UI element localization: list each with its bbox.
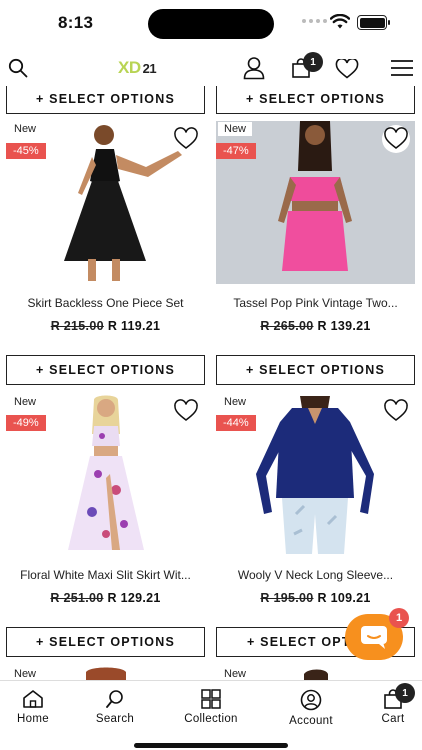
wishlist-heart-icon[interactable] [172,397,200,425]
tab-label: Collection [184,713,238,725]
select-options-button[interactable]: + SELECT OPTIONS [216,355,415,385]
old-price: R 195.00 [260,591,314,605]
status-time: 8:13 [58,13,94,32]
product-title[interactable]: Floral White Maxi Slit Skirt Wit... [6,568,205,582]
dynamic-island [148,9,274,39]
new-badge: New [218,667,253,680]
wishlist-heart-icon[interactable] [335,59,359,79]
user-icon[interactable] [243,56,265,80]
select-options-button[interactable]: + SELECT OPTIONS [6,627,205,657]
search-icon[interactable] [8,58,28,78]
tab-label: Cart [381,713,405,725]
wishlist-heart-icon[interactable] [382,125,410,153]
discount-badge: -49% [6,415,46,431]
select-options-button[interactable]: + SELECT OPTIONS [216,86,415,114]
product-title[interactable]: Tassel Pop Pink Vintage Two... [216,296,415,310]
wishlist-heart-icon[interactable] [382,397,410,425]
sale-price: R 119.21 [107,319,161,333]
product-price: R 251.00 R 129.21 [6,591,205,605]
battery-icon [357,15,390,30]
status-bar: 8:13 [0,0,422,46]
tab-home[interactable]: Home [0,689,75,725]
tab-cart-badge: 1 [395,683,415,703]
product-price: R 195.00 R 109.21 [216,591,415,605]
product-grid: + SELECT OPTIONS + SELECT OPTIONS New -4… [0,86,422,680]
old-price: R 265.00 [260,319,314,333]
discount-badge: -44% [216,415,256,431]
signal-icon [302,19,327,23]
sale-price: R 109.21 [317,591,371,605]
product-title[interactable]: Wooly V Neck Long Sleeve... [216,568,415,582]
new-badge: New [218,122,253,136]
tab-label: Home [17,713,49,725]
product-title[interactable]: Skirt Backless One Piece Set [6,296,205,310]
new-badge: New [218,395,253,409]
new-badge: New [8,667,43,680]
tab-label: Search [95,713,135,725]
discount-badge: -45% [6,143,46,159]
search-icon [106,690,123,708]
old-price: R 251.00 [50,591,104,605]
home-icon [23,690,43,708]
grid-icon [201,689,221,709]
wishlist-heart-icon[interactable] [172,125,200,153]
account-icon [300,689,322,711]
old-price: R 215.00 [50,319,104,333]
new-badge: New [8,122,43,136]
product-price: R 265.00 R 139.21 [216,319,415,333]
menu-icon[interactable] [390,59,414,77]
new-badge: New [8,395,43,409]
sale-price: R 139.21 [317,319,371,333]
sale-price: R 129.21 [107,591,161,605]
wifi-icon [330,14,350,29]
brand-logo[interactable]: XD 21 [118,58,157,78]
app-header: XD 21 1 [0,48,422,88]
select-options-button[interactable]: + SELECT OPTIONS [6,86,205,114]
tab-search[interactable]: Search [73,689,157,725]
chat-badge: 1 [389,608,409,628]
tab-label: Account [289,715,333,727]
header-cart-badge: 1 [303,52,323,72]
discount-badge: -47% [216,143,256,159]
tab-collection[interactable]: Collection [169,689,253,725]
home-indicator [134,743,288,748]
product-price: R 215.00 R 119.21 [6,319,205,333]
chat-icon [361,626,387,649]
bottom-tab-bar: Home Search Collection Account Cart 1 [0,680,422,750]
select-options-button[interactable]: + SELECT OPTIONS [6,355,205,385]
tab-account[interactable]: Account [269,689,353,727]
